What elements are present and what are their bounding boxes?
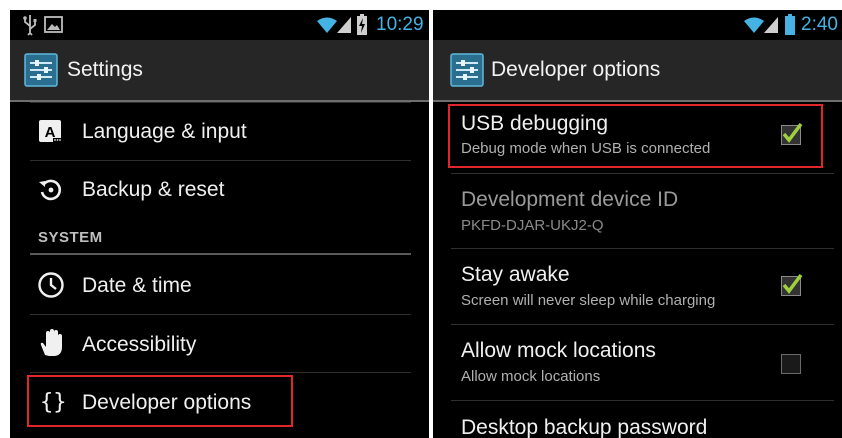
status-bar: 10:29 — [10, 10, 429, 40]
allow-mock-locations-checkbox[interactable] — [781, 354, 801, 374]
pref-desktop-backup-password[interactable]: Desktop backup password — [433, 401, 842, 438]
pref-title: Stay awake — [461, 263, 570, 286]
settings-item-label: Language & input — [82, 120, 247, 143]
stay-awake-checkbox[interactable] — [781, 273, 803, 296]
highlight-developer-options — [27, 375, 293, 427]
signal-icon — [763, 10, 779, 44]
settings-item-date-time[interactable]: Date & time — [10, 256, 429, 314]
settings-item-label: Backup & reset — [82, 178, 225, 201]
settings-item-label: Accessibility — [82, 333, 197, 356]
pref-summary: Screen will never sleep while charging — [461, 292, 716, 309]
status-bar: 2:40 — [433, 10, 842, 40]
highlight-usb-debugging — [448, 104, 823, 168]
action-bar: Settings — [10, 40, 429, 102]
pref-stay-awake[interactable]: Stay awake Screen will never sleep while… — [433, 249, 842, 325]
settings-item-accessibility[interactable]: Accessibility — [10, 315, 429, 373]
pref-title: Development device ID — [461, 188, 679, 211]
pref-allow-mock-locations[interactable]: Allow mock locations Allow mock location… — [433, 325, 842, 401]
settings-app-icon[interactable] — [24, 53, 58, 87]
action-bar: Developer options — [433, 40, 842, 102]
settings-app-icon[interactable] — [450, 53, 484, 87]
section-header-system: SYSTEM — [38, 229, 103, 246]
screen-title: Settings — [67, 58, 143, 81]
section-divider — [30, 253, 411, 255]
developer-options-screen: 2:40 Developer options USB debugging Deb… — [433, 10, 842, 438]
signal-icon — [336, 10, 352, 44]
settings-screen: 10:29 Settings A Language & input Backup… — [10, 10, 429, 438]
pref-development-device-id: Development device ID PKFD-DJAR-UKJ2-Q — [433, 174, 842, 248]
language-icon: A — [36, 117, 66, 147]
settings-item-backup[interactable]: Backup & reset — [10, 161, 429, 218]
screen-title: Developer options — [491, 58, 661, 81]
hand-icon — [36, 328, 66, 358]
pref-title: Allow mock locations — [461, 339, 656, 362]
pref-summary: Allow mock locations — [461, 368, 601, 385]
backup-icon — [36, 175, 66, 205]
status-time: 2:40 — [801, 14, 838, 35]
pref-summary: PKFD-DJAR-UKJ2-Q — [461, 217, 604, 234]
clock-icon — [36, 270, 66, 300]
settings-item-label: Date & time — [82, 274, 192, 297]
wifi-icon — [743, 10, 765, 44]
wifi-icon — [316, 10, 338, 44]
pref-title: Desktop backup password — [461, 416, 708, 438]
settings-item-language[interactable]: A Language & input — [10, 103, 429, 160]
status-time: 10:29 — [376, 14, 424, 35]
